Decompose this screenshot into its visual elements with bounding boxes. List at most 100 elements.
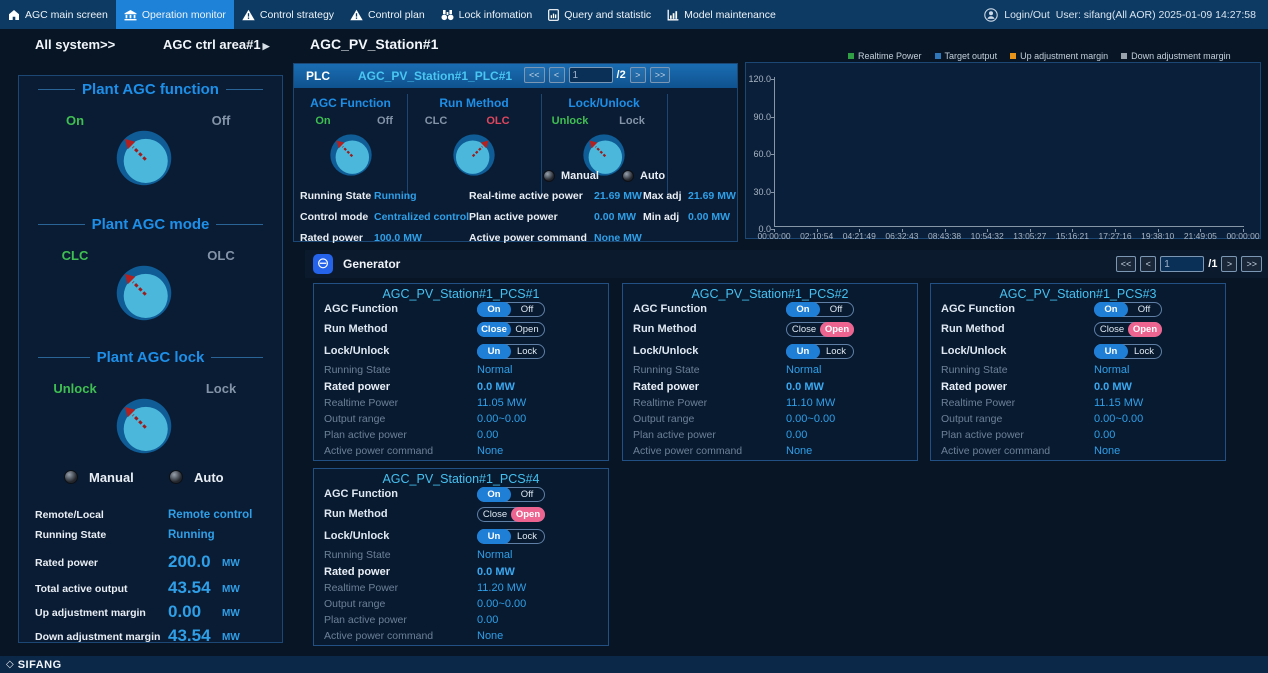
manual-radio[interactable] xyxy=(64,470,78,484)
breadcrumb-area[interactable]: AGC ctrl area#1▶ xyxy=(163,37,269,52)
nav-tab-control-strategy[interactable]: Control strategy xyxy=(234,0,342,29)
toggle-option-un[interactable]: Un xyxy=(786,344,820,359)
nav-tab-agc-main-screen[interactable]: AGC main screen xyxy=(0,0,116,29)
toggle-option-open[interactable]: Open xyxy=(511,507,545,522)
run-method-toggle[interactable]: CloseOpen xyxy=(477,322,545,337)
toggle-option-on[interactable]: On xyxy=(477,302,511,317)
row-value: None xyxy=(1094,445,1120,457)
auto-radio[interactable] xyxy=(622,170,634,182)
nav-tab-operation-monitor[interactable]: Operation monitor xyxy=(116,0,234,29)
lock-unlock-toggle[interactable]: UnLock xyxy=(786,344,854,359)
row-value: 0.00 xyxy=(786,429,807,441)
nav-tab-control-plan[interactable]: Control plan xyxy=(342,0,433,29)
metric-label: Up adjustment margin xyxy=(35,607,146,619)
row-value: 11.05 MW xyxy=(477,397,526,409)
y-tick-label: 30.0 xyxy=(746,187,771,197)
run-method-toggle[interactable]: CloseOpen xyxy=(786,322,854,337)
plant-agc-function-knob[interactable] xyxy=(115,129,173,187)
lock-unlock-toggle[interactable]: UnLock xyxy=(477,344,545,359)
info-label: Rated power xyxy=(300,232,363,244)
generator-next-page-button[interactable]: > xyxy=(1221,256,1237,272)
toggle-option-close[interactable]: Close xyxy=(478,508,512,521)
row-label: Output range xyxy=(941,413,1002,425)
row-label: Plan active power xyxy=(324,429,407,441)
row-label: Plan active power xyxy=(633,429,716,441)
card-data-row: Rated power0.0 MW xyxy=(931,381,1225,398)
lock-unlock-toggle[interactable]: UnLock xyxy=(477,529,545,544)
info-label: Min adj xyxy=(643,211,679,223)
toggle-option-close[interactable]: Close xyxy=(1095,323,1129,336)
nav-tab-query-and-statistic[interactable]: Query and statistic xyxy=(540,0,659,29)
plc-label: PLC xyxy=(306,69,330,83)
card-title: AGC_PV_Station#1_PCS#2 xyxy=(623,287,917,301)
generator-section-bar: ⊖ Generator <<</1>>> xyxy=(305,250,1268,278)
generator-page-total: /1 xyxy=(1208,258,1217,270)
toggle-option-on[interactable]: On xyxy=(477,487,511,502)
toggle-option-lock[interactable]: Lock xyxy=(1127,345,1161,358)
plc-info-row: Rated power100.0 MWActive power commandN… xyxy=(294,232,737,246)
toggle-option-off[interactable]: Off xyxy=(819,303,853,316)
breadcrumb-station-title[interactable]: AGC_PV_Station#1 xyxy=(310,36,438,52)
generator-prev-page-button[interactable]: < xyxy=(1140,256,1156,272)
nav-tab-label: AGC main screen xyxy=(25,9,108,21)
x-tick-mark xyxy=(987,229,988,232)
agc-function-toggle[interactable]: OnOff xyxy=(786,302,854,317)
plc-info-row: Control modeCentralized controlPlan acti… xyxy=(294,211,737,225)
row-value: 11.15 MW xyxy=(1094,397,1143,409)
run-method-toggle[interactable]: CloseOpen xyxy=(477,507,545,522)
toggle-option-un[interactable]: Un xyxy=(1094,344,1128,359)
toggle-option-off[interactable]: Off xyxy=(1127,303,1161,316)
lock-unlock-toggle[interactable]: UnLock xyxy=(1094,344,1162,359)
card-data-row: Output range0.00~0.00 xyxy=(623,413,917,430)
sifang-logo-icon: ◇ xyxy=(6,659,14,670)
toggle-option-open[interactable]: Open xyxy=(820,322,854,337)
nav-user-area: Login/Out User: sifang(All AOR) 2025-01-… xyxy=(984,0,1268,29)
toggle-option-off[interactable]: Off xyxy=(510,488,544,501)
x-tick-mark xyxy=(1158,229,1159,232)
generator-page-input[interactable] xyxy=(1160,256,1204,272)
generator-last-page-button[interactable]: >> xyxy=(1241,256,1262,272)
toggle-option-on[interactable]: On xyxy=(1094,302,1128,317)
login-out-button[interactable]: Login/Out xyxy=(1004,9,1050,21)
row-label: Rated power xyxy=(324,381,390,393)
toggle-option-on[interactable]: On xyxy=(786,302,820,317)
generator-first-page-button[interactable]: << xyxy=(1116,256,1137,272)
toggle-option-lock[interactable]: Lock xyxy=(510,345,544,358)
plant-agc-mode-knob[interactable] xyxy=(115,264,173,322)
toggle-option-un[interactable]: Un xyxy=(477,344,511,359)
toggle-label: Run Method xyxy=(324,508,388,520)
manual-radio[interactable] xyxy=(543,170,555,182)
agc-function-toggle[interactable]: OnOff xyxy=(1094,302,1162,317)
agc-function-toggle[interactable]: OnOff xyxy=(477,302,545,317)
toggle-option-close[interactable]: Close xyxy=(787,323,821,336)
auto-radio[interactable] xyxy=(169,470,183,484)
legend-swatch xyxy=(1121,53,1127,59)
agc-function-toggle[interactable]: OnOff xyxy=(477,487,545,502)
info-value: 0.00 MW xyxy=(594,211,636,223)
toggle-option-off[interactable]: Off xyxy=(510,303,544,316)
nav-tab-model-maintenance[interactable]: Model maintenance xyxy=(659,0,784,29)
binoculars-icon xyxy=(441,9,454,21)
toggle-option-close[interactable]: Close xyxy=(477,322,511,337)
breadcrumb-arrow-icon: ▶ xyxy=(263,41,270,51)
run-method-toggle[interactable]: CloseOpen xyxy=(1094,322,1162,337)
toggle-option-open[interactable]: Open xyxy=(510,323,544,336)
row-value: 0.00 xyxy=(477,429,498,441)
toggle-option-un[interactable]: Un xyxy=(477,529,511,544)
option-olc: OLC xyxy=(469,115,527,127)
nav-tab-lock-infomation[interactable]: Lock infomation xyxy=(433,0,541,29)
toggle-option-lock[interactable]: Lock xyxy=(819,345,853,358)
plc-last-page-button[interactable]: >> xyxy=(650,67,671,83)
plc-first-page-button[interactable]: << xyxy=(524,67,545,83)
breadcrumb-all-system[interactable]: All system>> xyxy=(35,37,115,52)
toggle-option-open[interactable]: Open xyxy=(1128,322,1162,337)
plant-agc-lock-knob[interactable] xyxy=(115,397,173,455)
plc-next-page-button[interactable]: > xyxy=(630,67,646,83)
row-value: 11.10 MW xyxy=(786,397,835,409)
breadcrumb-area-label[interactable]: AGC ctrl area#1 xyxy=(163,37,261,52)
plc-page-input[interactable] xyxy=(569,67,613,83)
y-tick-mark xyxy=(771,117,774,118)
toggle-option-lock[interactable]: Lock xyxy=(510,530,544,543)
plc-prev-page-button[interactable]: < xyxy=(549,67,565,83)
card-toggle-row: Lock/UnlockUnLock xyxy=(314,345,608,362)
